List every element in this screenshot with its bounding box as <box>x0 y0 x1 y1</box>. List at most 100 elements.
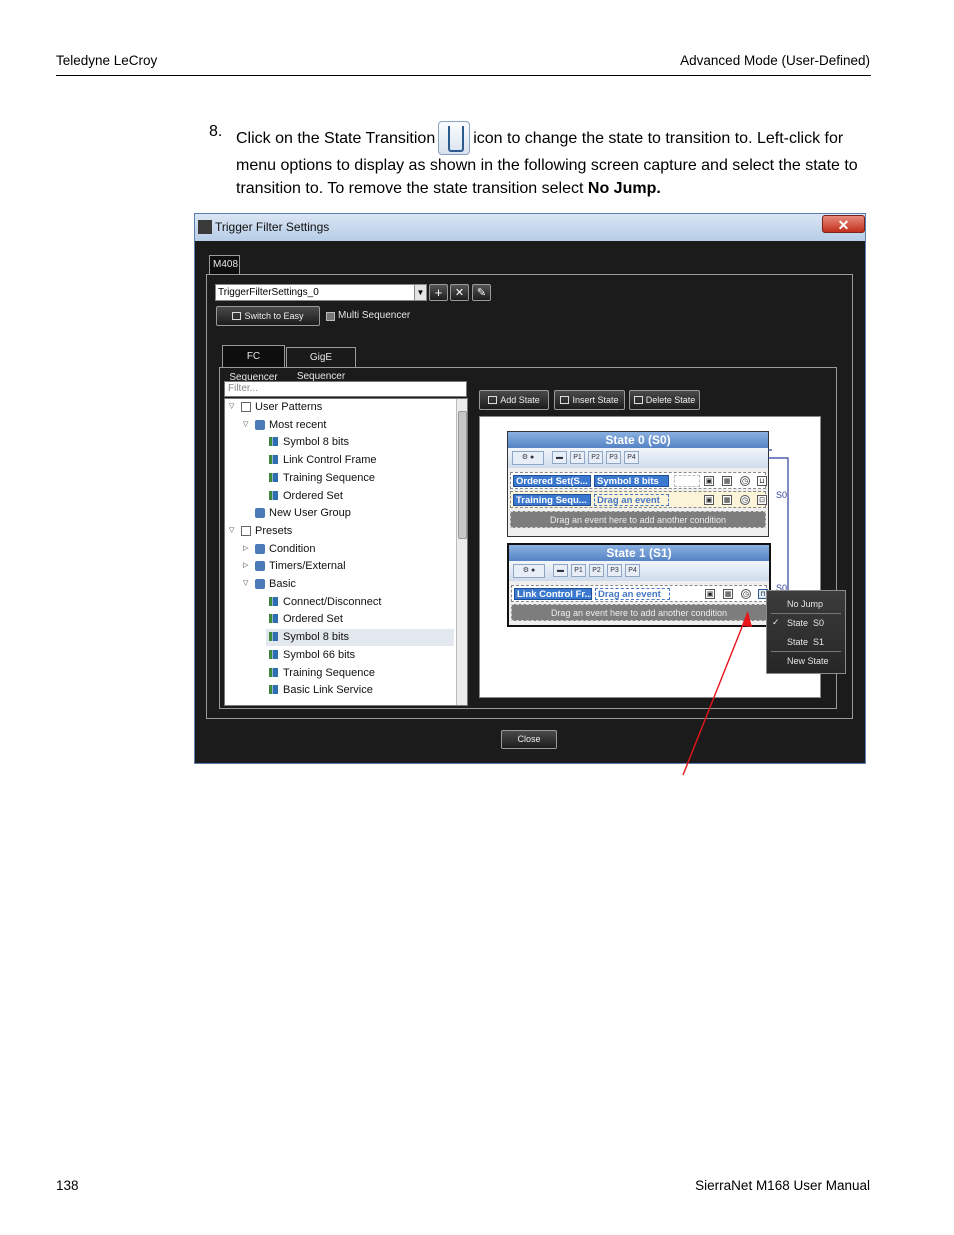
insert-state-button[interactable]: Insert State <box>554 390 625 410</box>
state-transition-icon[interactable]: ⊔ <box>757 476 767 486</box>
tree-item[interactable]: Link Control Frame <box>283 453 377 467</box>
state-0-port-p4[interactable]: P4 <box>624 451 639 464</box>
state-0-tools-icon[interactable]: ⚙ ● <box>512 451 544 465</box>
drag-event-placeholder[interactable]: Drag an event <box>595 588 670 600</box>
tree-item[interactable]: Connect/Disconnect <box>283 595 381 609</box>
action-icon[interactable]: ▣ <box>705 589 715 599</box>
chevron-down-icon[interactable]: ▼ <box>414 285 426 300</box>
state-0[interactable]: State 0 (S0) ⚙ ● ▬ P1 P2 P3 P4 Ordered S… <box>507 431 769 537</box>
tree-item[interactable]: Condition <box>269 542 315 556</box>
collapsed-arrow-icon[interactable]: ▷ <box>243 542 248 556</box>
pattern-icon <box>269 685 278 695</box>
settings-combo-value: TriggerFilterSettings_0 <box>218 287 319 298</box>
window-close-icon[interactable]: ✕ <box>822 215 865 233</box>
menu-item-new-state[interactable]: New State <box>787 656 829 666</box>
tree-item[interactable]: Basic <box>269 577 296 591</box>
close-button[interactable]: Close <box>501 730 557 749</box>
state-0-ports-icon[interactable]: ▬ <box>552 451 567 464</box>
state-1-ports-icon[interactable]: ▬ <box>553 564 568 577</box>
counter-icon[interactable]: ▦ <box>723 589 733 599</box>
state-1[interactable]: State 1 (S1) ⚙ ● ▬ P1 P2 P3 P4 Link Cont… <box>507 543 771 627</box>
state-0-condition-row-2[interactable]: Training Sequ... Drag an event ▣ ▦ ◷ ⊡ <box>510 491 767 508</box>
delete-settings-button[interactable]: ✕ <box>450 284 469 301</box>
state-0-port-p1[interactable]: P1 <box>570 451 585 464</box>
pattern-icon <box>269 437 278 447</box>
state-1-port-p2[interactable]: P2 <box>589 564 604 577</box>
counter-icon[interactable]: ▦ <box>722 476 732 486</box>
tab-m408[interactable]: M408 <box>209 255 240 274</box>
tree-item[interactable]: User Patterns <box>255 400 322 414</box>
state-0-port-p3[interactable]: P3 <box>606 451 621 464</box>
state-1-tools-icon[interactable]: ⚙ ● <box>513 564 545 578</box>
delete-state-icon <box>633 396 643 404</box>
tree-item[interactable]: Basic Link Service <box>283 683 373 697</box>
expanded-arrow-icon[interactable]: ▽ <box>243 577 248 591</box>
timer-icon[interactable]: ◷ <box>741 589 751 599</box>
expanded-arrow-icon[interactable]: ▽ <box>243 418 248 432</box>
tree-item[interactable]: Ordered Set <box>283 489 343 503</box>
add-state-icon <box>488 396 498 404</box>
state-0-port-p2[interactable]: P2 <box>588 451 603 464</box>
menu-item-no-jump[interactable]: No Jump <box>787 599 823 609</box>
condition-chip[interactable]: Ordered Set(S... <box>513 475 591 487</box>
action-icon[interactable]: ▣ <box>704 495 714 505</box>
add-state-button[interactable]: Add State <box>479 390 549 410</box>
state-0-toolbar: ⚙ ● ▬ P1 P2 P3 P4 <box>508 448 768 468</box>
empty-slot[interactable] <box>674 475 700 487</box>
condition-chip[interactable]: Training Sequ... <box>513 494 591 506</box>
expanded-arrow-icon[interactable]: ▽ <box>229 524 234 538</box>
multi-sequencer-checkbox[interactable] <box>326 312 335 321</box>
tree-item[interactable]: Most recent <box>269 418 326 432</box>
manual-title: SierraNet M168 User Manual <box>695 1178 870 1193</box>
state-1-drop-zone[interactable]: Drag an event here to add another condit… <box>511 604 767 621</box>
expanded-arrow-icon[interactable]: ▽ <box>229 400 234 414</box>
tree-item[interactable]: Ordered Set <box>283 612 343 626</box>
state-transition-icon <box>438 121 471 155</box>
scrollbar-thumb[interactable] <box>458 411 467 539</box>
add-state-label: Add State <box>500 395 540 405</box>
pattern-icon <box>269 614 278 624</box>
state-0-drop-zone[interactable]: Drag an event here to add another condit… <box>510 511 766 528</box>
step-text: Click on the State Transition icon to cha… <box>236 121 876 200</box>
counter-icon[interactable]: ▦ <box>722 495 732 505</box>
state-1-toolbar: ⚙ ● ▬ P1 P2 P3 P4 <box>509 561 769 581</box>
tree-item[interactable]: Training Sequence <box>283 666 375 680</box>
add-settings-button[interactable]: + <box>429 284 448 301</box>
delete-state-button[interactable]: Delete State <box>629 390 700 410</box>
collapsed-arrow-icon[interactable]: ▷ <box>243 559 248 573</box>
state-1-port-p4[interactable]: P4 <box>625 564 640 577</box>
state-transition-icon[interactable]: ⊡ <box>757 495 767 505</box>
menu-item-state-s0[interactable]: State S0 <box>787 618 824 628</box>
timer-icon[interactable]: ◷ <box>740 476 750 486</box>
state-0-condition-row-1[interactable]: Ordered Set(S... Symbol 8 bits ▣ ▦ ◷ ⊔ <box>510 472 767 489</box>
multi-sequencer-label: Multi Sequencer <box>338 310 411 321</box>
group-icon <box>255 419 265 430</box>
condition-chip[interactable]: Symbol 8 bits <box>594 475 669 487</box>
switch-to-easy-button[interactable]: Switch to Easy <box>216 306 320 326</box>
tree-item[interactable]: Symbol 8 bits <box>283 435 349 449</box>
tree-scrollbar[interactable] <box>456 399 467 705</box>
state-1-port-p3[interactable]: P3 <box>607 564 622 577</box>
tab-gige-sequencer[interactable]: GigE Sequencer <box>286 347 356 382</box>
filter-input[interactable]: Filter... <box>224 381 467 397</box>
settings-combo[interactable]: TriggerFilterSettings_0 ▼ <box>215 284 427 301</box>
edit-settings-button[interactable]: ✎ <box>472 284 491 301</box>
pattern-icon <box>269 596 278 606</box>
drag-event-placeholder[interactable]: Drag an event <box>594 494 669 506</box>
state-1-port-p1[interactable]: P1 <box>571 564 586 577</box>
tree-item[interactable]: Training Sequence <box>283 471 375 485</box>
tree-item[interactable]: Presets <box>255 524 292 538</box>
timer-icon[interactable]: ◷ <box>740 495 750 505</box>
menu-item-state-s1[interactable]: State S1 <box>787 637 824 647</box>
tree-item[interactable]: Symbol 8 bits <box>283 630 349 644</box>
tree-item[interactable]: New User Group <box>269 506 351 520</box>
header-rule <box>56 75 871 76</box>
tab-fc-sequencer[interactable]: FC Sequencer <box>222 345 285 383</box>
state-1-condition-row-1[interactable]: Link Control Fr... Drag an event ▣ ▦ ◷ ⊓ <box>511 585 768 602</box>
app-icon <box>198 220 212 234</box>
window-title: Trigger Filter Settings <box>215 220 330 234</box>
tree-item[interactable]: Symbol 66 bits <box>283 648 355 662</box>
action-icon[interactable]: ▣ <box>704 476 714 486</box>
tree-item[interactable]: Timers/External <box>269 559 346 573</box>
condition-chip[interactable]: Link Control Fr... <box>514 588 592 600</box>
